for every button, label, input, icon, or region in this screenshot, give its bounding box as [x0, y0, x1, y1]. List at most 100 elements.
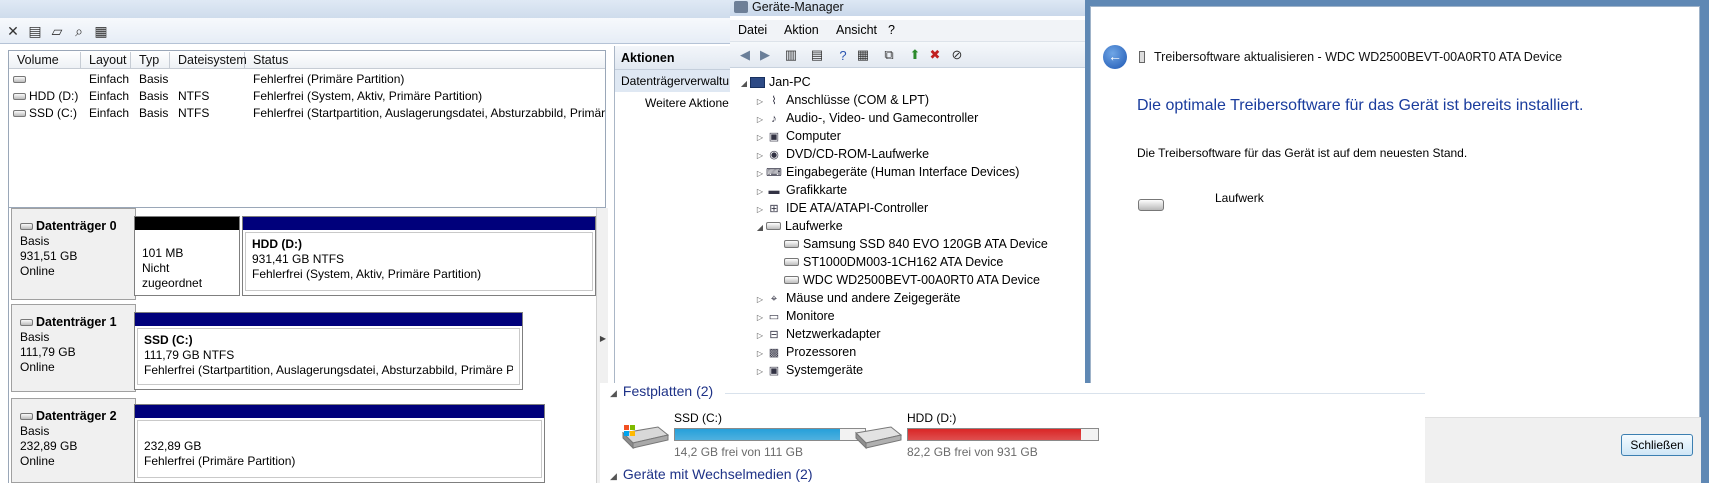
device-manager-window: Geräte-Manager Datei Aktion Ansicht ? ◀ … [730, 0, 1090, 390]
tree-item[interactable]: ▷ ⌇ Anschlüsse (COM & LPT) [754, 91, 929, 109]
collapse-icon[interactable]: ◢ [610, 471, 617, 481]
port-icon: ⌇ [771, 94, 777, 107]
status-cell: Fehlerfrei (Startpartition, Auslagerungs… [253, 106, 605, 120]
menu-item-datei[interactable]: Datei [738, 23, 767, 37]
column-header[interactable]: Volume [9, 52, 81, 68]
tree-item[interactable]: ▷ ⌨ Eingabegeräte (Human Interface Devices… [754, 163, 1020, 181]
table-row[interactable]: HDD (D:) Einfach Basis NTFS Fehlerfrei (… [9, 88, 605, 105]
tree-item-laufwerke[interactable]: ◢ Laufwerke [754, 217, 843, 235]
disk-info[interactable]: Datenträger 0 Basis 931,51 GB Online [11, 208, 136, 300]
window-title: Geräte-Manager [752, 0, 844, 14]
tree-label: DVD/CD-ROM-Laufwerke [786, 147, 930, 161]
disable-icon[interactable]: ⊘ [948, 46, 966, 64]
tree-item[interactable]: ▷ ▣ Systemgeräte [754, 361, 863, 379]
menu-item-help[interactable]: ? [888, 23, 895, 37]
disk-state: Online [20, 264, 55, 278]
toolbar: ◀ ▶ ▥ ▤ ? ▦ ⧉ ⬆ ✖ ⊘ [730, 42, 1090, 68]
volume-list: Volume Layout Typ Dateisystem Status Ein… [8, 50, 606, 208]
tree-item[interactable]: ▷ ◉ DVD/CD-ROM-Laufwerke [754, 145, 929, 163]
device-tree: ◢ Jan-PC ▷ ⌇ Anschlüsse (COM & LPT) ▷ ♪ Audio… [730, 72, 1090, 390]
close-icon[interactable]: ✕ [4, 22, 22, 40]
collapse-icon[interactable]: ◢ [754, 219, 766, 237]
tree-item-drive[interactable]: Samsung SSD 840 EVO 120GB ATA Device [772, 235, 1048, 253]
tree-item[interactable]: ▷ ⊟ Netzwerkadapter [754, 325, 881, 343]
partition[interactable]: HDD (D:) 931,41 GB NTFS Fehlerfrei (Syst… [242, 216, 596, 296]
column-header[interactable]: Dateisystem [170, 52, 247, 68]
partition-size: 101 MB [142, 246, 184, 260]
tree-item-drive[interactable]: WDC WD2500BEVT-00A0RT0 ATA Device [772, 271, 1040, 289]
collapse-icon[interactable]: ◢ [738, 75, 750, 93]
expand-icon[interactable]: ▷ [754, 363, 766, 381]
drive-icon [784, 257, 799, 266]
system-devices-icon: ▣ [768, 364, 780, 377]
tree-item-drive[interactable]: ST1000DM003-1CH162 ATA Device [772, 253, 1003, 271]
computer-drives-panel: ◢ Festplatten (2) SSD (C:) 14,2 GB frei v… [600, 383, 1425, 483]
device-manager-icon [734, 1, 748, 13]
tree-label: Systemgeräte [786, 363, 864, 377]
actions-item-disk-management[interactable]: Datenträgerverwaltu [615, 70, 730, 92]
list-icon[interactable]: ▤ [808, 46, 826, 64]
tree-label: Samsung SSD 840 EVO 120GB ATA Device [803, 237, 1048, 251]
partition[interactable]: 101 MB Nicht zugeordnet [134, 216, 240, 296]
fs-cell: NTFS [178, 89, 210, 103]
properties-icon[interactable]: ▤ [26, 22, 44, 40]
back-arrow-icon[interactable]: ◀ [736, 46, 754, 64]
open-folder-icon[interactable]: ▱ [48, 22, 66, 40]
tree-item[interactable]: ▷ ⊞ IDE ATA/ATAPI-Controller [754, 199, 928, 217]
tree-item[interactable]: ▷ ▩ Prozessoren [754, 343, 856, 361]
collapse-icon[interactable]: ◢ [610, 388, 617, 398]
drive-tile-hdd[interactable]: HDD (D:) 82,2 GB frei von 931 GB [853, 411, 1113, 461]
tree-label: WDC WD2500BEVT-00A0RT0 ATA Device [803, 273, 1040, 287]
close-button[interactable]: Schließen [1621, 434, 1693, 456]
back-arrow-icon[interactable]: ← [1103, 45, 1127, 69]
disk-row: Datenträger 2 Basis 232,89 GB Online 232… [9, 398, 599, 483]
drive-tile-ssd[interactable]: SSD (C:) 14,2 GB frei von 111 GB [620, 411, 880, 461]
tree-item[interactable]: ▷ ⌖ Mäuse und andere Zeigegeräte [754, 289, 961, 307]
partition[interactable]: SSD (C:) 111,79 GB NTFS Fehlerfrei (Star… [134, 312, 523, 390]
ide-controller-icon: ⊞ [769, 202, 779, 215]
update-driver-icon[interactable]: ⬆ [906, 46, 924, 64]
actions-header: Aktionen [615, 46, 730, 70]
window-title-bar: Geräte-Manager [730, 0, 1090, 16]
table-row[interactable]: SSD (C:) Einfach Basis NTFS Fehlerfrei (… [9, 105, 605, 122]
table-row[interactable]: Einfach Basis Fehlerfrei (Primäre Partit… [9, 71, 605, 88]
tree-item[interactable]: ▷ ▭ Monitore [754, 307, 835, 325]
settings-icon[interactable]: ▦ [92, 22, 110, 40]
partition[interactable]: 232,89 GB Fehlerfrei (Primäre Partition) [134, 404, 545, 483]
volume-icon [13, 93, 26, 101]
volume-name: HDD (D:) [29, 89, 79, 103]
column-header[interactable]: Layout [81, 52, 131, 68]
column-header[interactable]: Status [245, 52, 607, 68]
disk-icon [20, 319, 33, 327]
volume-name: SSD (C:) [29, 106, 77, 120]
disk-type: Basis [20, 234, 50, 248]
scan-icon[interactable]: ⧉ [880, 46, 898, 64]
menu-item-aktion[interactable]: Aktion [784, 23, 819, 37]
tree-item[interactable]: ▷ ▬ Grafikkarte [754, 181, 847, 199]
scroll-arrow-icon[interactable]: ▶ [597, 334, 609, 343]
network-adapter-icon: ⊟ [769, 328, 779, 341]
disk-info[interactable]: Datenträger 1 Basis 111,79 GB Online [11, 304, 136, 392]
properties-icon[interactable]: ▦ [854, 46, 872, 64]
disk-info[interactable]: Datenträger 2 Basis 232,89 GB Online [11, 398, 136, 483]
tree-root[interactable]: ◢ Jan-PC [738, 73, 811, 91]
forward-arrow-icon[interactable]: ▶ [756, 46, 774, 64]
section-header-wechselmedien[interactable]: ◢ Geräte mit Wechselmedien (2) [610, 466, 813, 482]
device-type-label: Laufwerk [1215, 191, 1264, 205]
usage-fill [675, 429, 841, 440]
partition-size: 232,89 GB [144, 439, 202, 453]
volume-icon [13, 76, 26, 84]
tree-item[interactable]: ▷ ♪ Audio-, Video- und Gamecontroller [754, 109, 978, 127]
view-icon[interactable]: ▥ [782, 46, 800, 64]
help-icon[interactable]: ? [834, 46, 852, 64]
tree-label: Grafikkarte [786, 183, 848, 197]
uninstall-icon[interactable]: ✖ [926, 46, 944, 64]
actions-item-more[interactable]: Weitere Aktione [615, 92, 730, 110]
menu-item-ansicht[interactable]: Ansicht [836, 23, 877, 37]
partition-bar [135, 217, 239, 230]
layout-cell: Einfach [89, 72, 130, 86]
search-icon[interactable]: ⌕ [70, 22, 88, 40]
section-header-festplatten[interactable]: ◢ Festplatten (2) [610, 383, 713, 399]
column-header[interactable]: Typ [131, 52, 170, 68]
tree-item[interactable]: ▷ ▣ Computer [754, 127, 841, 145]
